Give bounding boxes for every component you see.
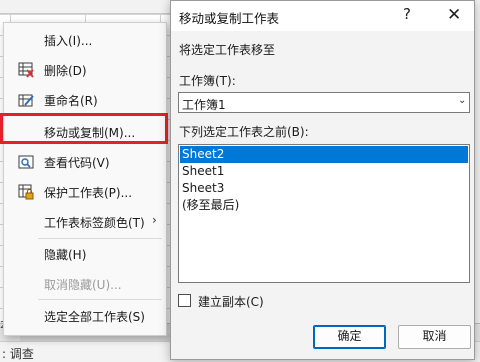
view-code-icon — [18, 155, 34, 169]
ok-button[interactable]: 确定 — [313, 325, 386, 349]
menu-separator — [38, 238, 162, 239]
menu-item-label: 选定全部工作表(S) — [44, 310, 145, 324]
menu-item-view-code[interactable]: 查看代码(V) — [4, 148, 168, 176]
workbook-value: 工作簿1 — [182, 98, 226, 112]
list-item[interactable]: Sheet1 — [180, 163, 468, 180]
rename-icon — [18, 94, 34, 107]
dialog-titlebar[interactable]: 移动或复制工作表 ? ✕ — [171, 1, 474, 31]
menu-item-label: 保护工作表(P)... — [44, 186, 133, 200]
before-sheet-label: 下列选定工作表之前(B): — [179, 125, 309, 139]
menu-separator — [38, 299, 162, 300]
menu-item-label: 隐藏(H) — [44, 248, 87, 262]
sheet-list[interactable]: Sheet2 Sheet1 Sheet3 (移至最后) — [178, 144, 470, 283]
help-icon[interactable]: ? — [403, 5, 411, 23]
workbook-dropdown[interactable]: 工作簿1 ⌄ — [178, 92, 470, 113]
list-item[interactable]: Sheet2 — [180, 146, 468, 163]
close-icon[interactable]: ✕ — [447, 5, 461, 25]
menu-item-tab-color[interactable]: 工作表标签颜色(T) › — [4, 208, 168, 236]
move-to-label: 将选定工作表移至 — [179, 43, 276, 57]
dialog-title: 移动或复制工作表 — [179, 11, 280, 26]
create-copy-label: 建立副本(C) — [198, 295, 264, 309]
list-item[interactable]: Sheet3 — [180, 180, 468, 197]
highlight-box — [0, 113, 168, 144]
workbook-label: 工作簿(T): — [179, 74, 236, 88]
menu-item-label: 查看代码(V) — [44, 156, 110, 170]
menu-item-hide[interactable]: 隐藏(H) — [4, 240, 168, 268]
menu-item-label: 取消隐藏(U)... — [44, 278, 122, 292]
chevron-down-icon[interactable]: ⌄ — [458, 95, 466, 106]
menu-item-delete[interactable]: 删除(D) — [4, 56, 168, 84]
list-item[interactable]: (移至最后) — [180, 197, 468, 214]
move-or-copy-dialog: 移动或复制工作表 ? ✕ 将选定工作表移至 工作簿(T): 工作簿1 ⌄ 下列选… — [170, 0, 475, 360]
menu-item-label: 插入(I)... — [44, 34, 93, 48]
menu-item-label: 工作表标签颜色(T) — [44, 216, 145, 230]
status-text: : 调查 — [2, 347, 34, 361]
delete-sheet-icon — [18, 62, 34, 78]
menu-item-label: 删除(D) — [44, 64, 87, 78]
create-copy-checkbox[interactable] — [178, 294, 191, 307]
menu-item-protect-sheet[interactable]: 保护工作表(P)... — [4, 178, 168, 206]
protect-sheet-icon — [18, 184, 34, 200]
submenu-arrow-icon: › — [152, 213, 157, 227]
sheet-tab-context-menu: 插入(I)... 删除(D) 重命名(R) 移动或复制(M)... 查看代码(V… — [3, 22, 167, 336]
menu-item-insert[interactable]: 插入(I)... — [4, 26, 168, 54]
menu-item-rename[interactable]: 重命名(R) — [4, 86, 168, 114]
menu-item-label: 重命名(R) — [44, 94, 98, 108]
menu-item-select-all-sheets[interactable]: 选定全部工作表(S) — [4, 302, 168, 330]
menu-item-unhide: 取消隐藏(U)... — [4, 270, 168, 298]
cancel-button[interactable]: 取消 — [398, 325, 471, 349]
